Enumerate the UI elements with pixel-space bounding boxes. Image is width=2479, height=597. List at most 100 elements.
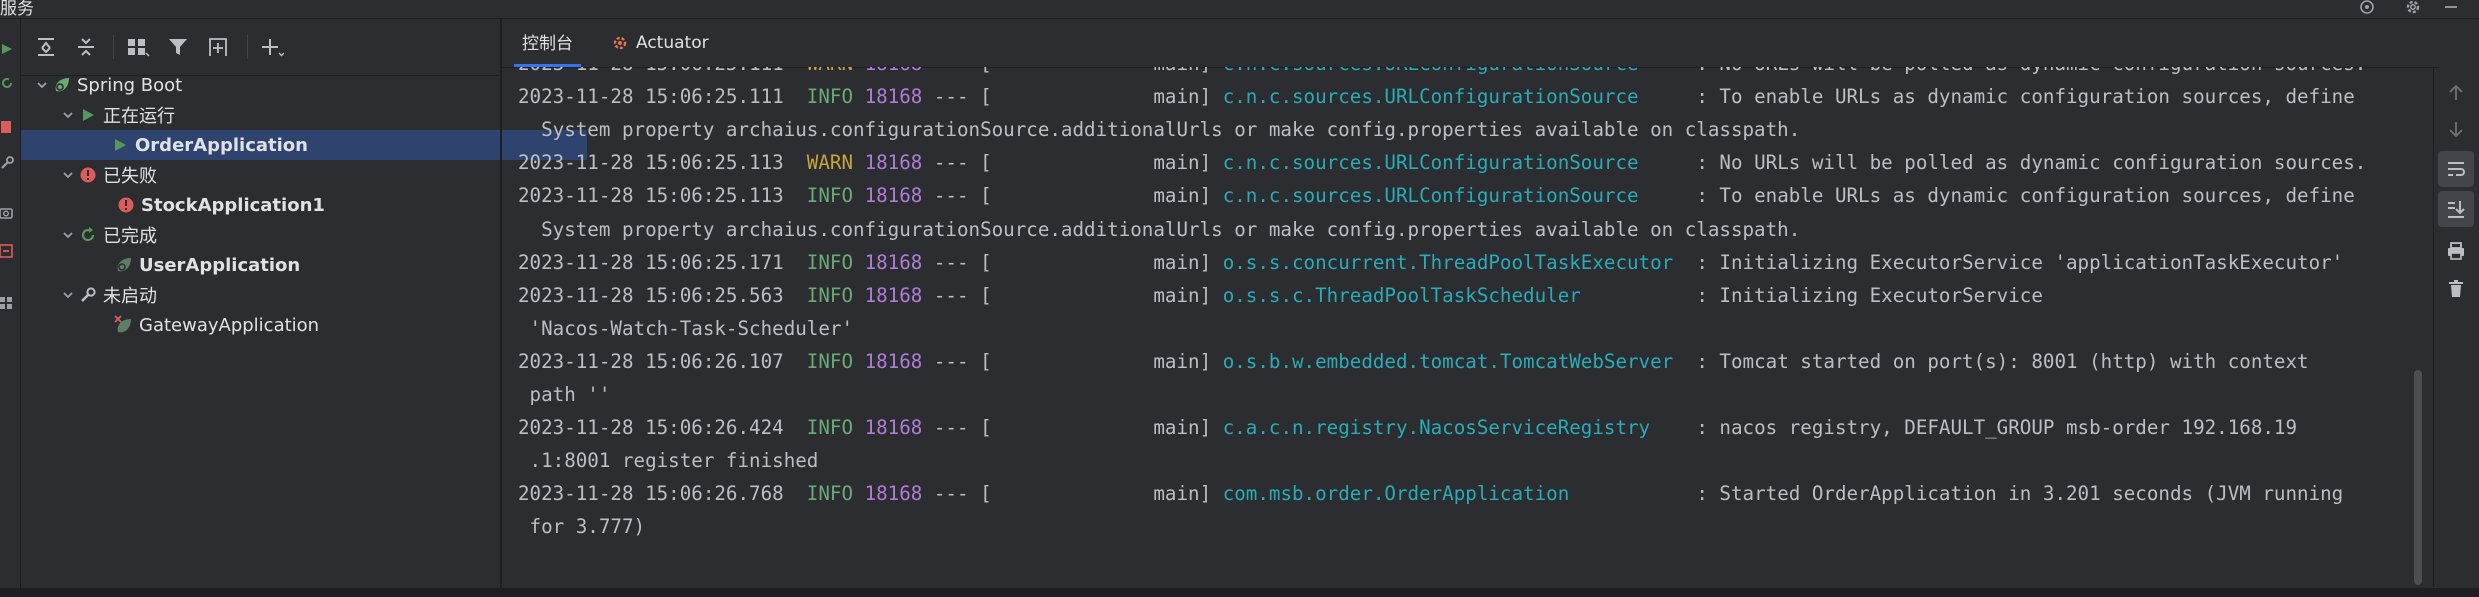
console-line: path '' — [518, 380, 611, 410]
console-separator: --- [ — [922, 482, 992, 506]
tree-group-not-started[interactable]: 未启动 — [21, 280, 537, 310]
console-logger: com.msb.order.OrderApplication — [1211, 482, 1685, 506]
console-timestamp: 2023-11-28 15:06:26.768 — [518, 482, 807, 506]
add-service-icon[interactable] — [255, 30, 289, 64]
console-line: .1:8001 register finished — [518, 446, 819, 476]
console-level: INFO — [806, 85, 854, 109]
toolbar-separator — [113, 35, 114, 59]
window-title: 服务 — [0, 0, 34, 19]
crosshair-icon[interactable] — [2356, 0, 2378, 20]
tree-group-label: 已失败 — [103, 166, 157, 187]
console-level: INFO — [806, 416, 854, 440]
console-pid: 18168 — [853, 416, 923, 440]
console-timestamp: 2023-11-28 15:06:26.424 — [518, 416, 807, 440]
console-level: INFO — [806, 482, 854, 506]
arrow-down-icon[interactable] — [2438, 111, 2474, 147]
console-thread: main] — [991, 349, 1212, 373]
console-message: : Tomcat started on port(s): 8001 (http)… — [1684, 349, 2309, 373]
tree-node-label: Spring Boot — [77, 74, 183, 96]
console-message: : Started OrderApplication in 3.201 seco… — [1684, 482, 2344, 506]
console-thread: main] — [991, 184, 1212, 208]
camera-icon[interactable] — [0, 205, 14, 219]
title-bar: 服务 — [0, 0, 2479, 19]
trash-icon[interactable] — [2438, 271, 2474, 307]
tree-group-finished[interactable]: 已完成 — [21, 220, 537, 250]
tree-node-spring-boot[interactable]: Spring Boot — [21, 70, 511, 100]
layout-icon[interactable] — [0, 295, 14, 309]
group-by-icon[interactable] — [121, 30, 155, 64]
print-icon[interactable] — [2438, 233, 2474, 269]
console-thread: main] — [991, 482, 1212, 506]
gear-icon[interactable] — [2402, 0, 2424, 20]
tree-group-failed[interactable]: 已失败 — [21, 160, 537, 190]
tab-console[interactable]: 控制台 — [514, 19, 581, 67]
filter-icon[interactable] — [161, 30, 195, 64]
console-output[interactable]: 2023-11-28 15:06:25.111 WARN 18168 --- [… — [502, 67, 2427, 587]
console-continuation: System property archaius.configurationSo… — [518, 118, 1801, 142]
tab-label: 控制台 — [522, 34, 573, 54]
console-thread: main] — [991, 151, 1212, 175]
wrench-icon — [77, 284, 99, 306]
services-toolbar — [21, 19, 499, 76]
scroll-to-end-icon[interactable] — [2438, 191, 2474, 227]
chevron-down-icon[interactable] — [59, 286, 77, 304]
run-icon[interactable] — [0, 41, 14, 55]
tab-actuator[interactable]: Actuator — [602, 19, 717, 67]
exit-icon[interactable] — [0, 243, 14, 258]
console-line: 2023-11-28 15:06:25.563 INFO 18168 --- [… — [518, 281, 2043, 311]
console-thread: main] — [991, 250, 1212, 274]
console-separator: --- [ — [922, 85, 992, 109]
console-continuation: path '' — [518, 383, 611, 406]
console-level: WARN — [807, 67, 853, 75]
arrow-up-icon[interactable] — [2438, 75, 2474, 111]
tree-group-label: 未启动 — [103, 286, 157, 307]
console-tabs: 控制台 Actuator — [502, 19, 2439, 68]
wrench-icon[interactable] — [0, 155, 14, 169]
tab-label: Actuator — [636, 33, 709, 53]
console-level: INFO — [806, 283, 854, 307]
console-logger: o.s.s.c.ThreadPoolTaskScheduler — [1211, 283, 1685, 307]
console-timestamp: 2023-11-28 15:06:25.171 — [518, 250, 807, 274]
console-message: : No URLs will be polled as dynamic conf… — [1685, 67, 2366, 75]
chevron-down-icon[interactable] — [59, 226, 77, 244]
console-pid: 18168 — [853, 184, 923, 208]
toolbar-separator — [247, 35, 248, 59]
console-thread: main] — [991, 85, 1212, 109]
console-line: 2023-11-28 15:06:25.171 INFO 18168 --- [… — [518, 248, 2343, 278]
console-continuation: .1:8001 register finished — [518, 449, 819, 473]
console-logger: c.n.c.sources.URLConfigurationSource — [1211, 67, 1685, 75]
expand-all-icon[interactable] — [29, 30, 63, 64]
stop-icon[interactable] — [0, 119, 14, 133]
console-message: : To enable URLs as dynamic configuratio… — [1684, 85, 2355, 109]
console-line: 'Nacos-Watch-Task-Scheduler' — [518, 314, 853, 344]
left-tool-strip — [0, 19, 21, 589]
run-status-icon — [109, 134, 131, 156]
scrollbar-thumb[interactable] — [2414, 370, 2422, 585]
new-tab-icon[interactable] — [201, 30, 235, 64]
console-logger: c.n.c.sources.URLConfigurationSource — [1211, 184, 1685, 208]
collapse-all-icon[interactable] — [69, 30, 103, 64]
tree-group-running[interactable]: 正在运行 — [21, 100, 537, 130]
console-timestamp: 2023-11-28 15:06:25.111 — [518, 67, 807, 75]
soft-wrap-icon[interactable] — [2438, 151, 2474, 187]
chevron-down-icon[interactable] — [33, 76, 51, 94]
chevron-down-icon[interactable] — [59, 166, 77, 184]
console-timestamp: 2023-11-28 15:06:25.111 — [518, 85, 807, 109]
error-icon — [115, 194, 137, 216]
console-message: : To enable URLs as dynamic configuratio… — [1684, 184, 2355, 208]
console-line: 2023-11-28 15:06:26.768 INFO 18168 --- [… — [518, 479, 2343, 509]
rerun-icon — [77, 224, 99, 246]
console-pid: 18168 — [853, 151, 923, 175]
chevron-down-icon[interactable] — [59, 106, 77, 124]
console-timestamp: 2023-11-28 15:06:25.113 — [518, 184, 807, 208]
console-line: 2023-11-28 15:06:25.111 WARN 18168 --- [… — [518, 67, 2366, 79]
restart-icon[interactable] — [0, 75, 14, 89]
console-continuation: for 3.777) — [518, 515, 646, 539]
console-logger: c.n.c.sources.URLConfigurationSource — [1211, 151, 1685, 175]
console-separator: --- [ — [922, 250, 992, 274]
error-icon — [77, 164, 99, 186]
console-line: 2023-11-28 15:06:25.113 INFO 18168 --- [… — [518, 181, 2355, 211]
tree-item-label: GatewayApplication — [139, 314, 320, 336]
minimize-icon[interactable] — [2440, 0, 2462, 20]
console-pid: 18168 — [853, 283, 923, 307]
